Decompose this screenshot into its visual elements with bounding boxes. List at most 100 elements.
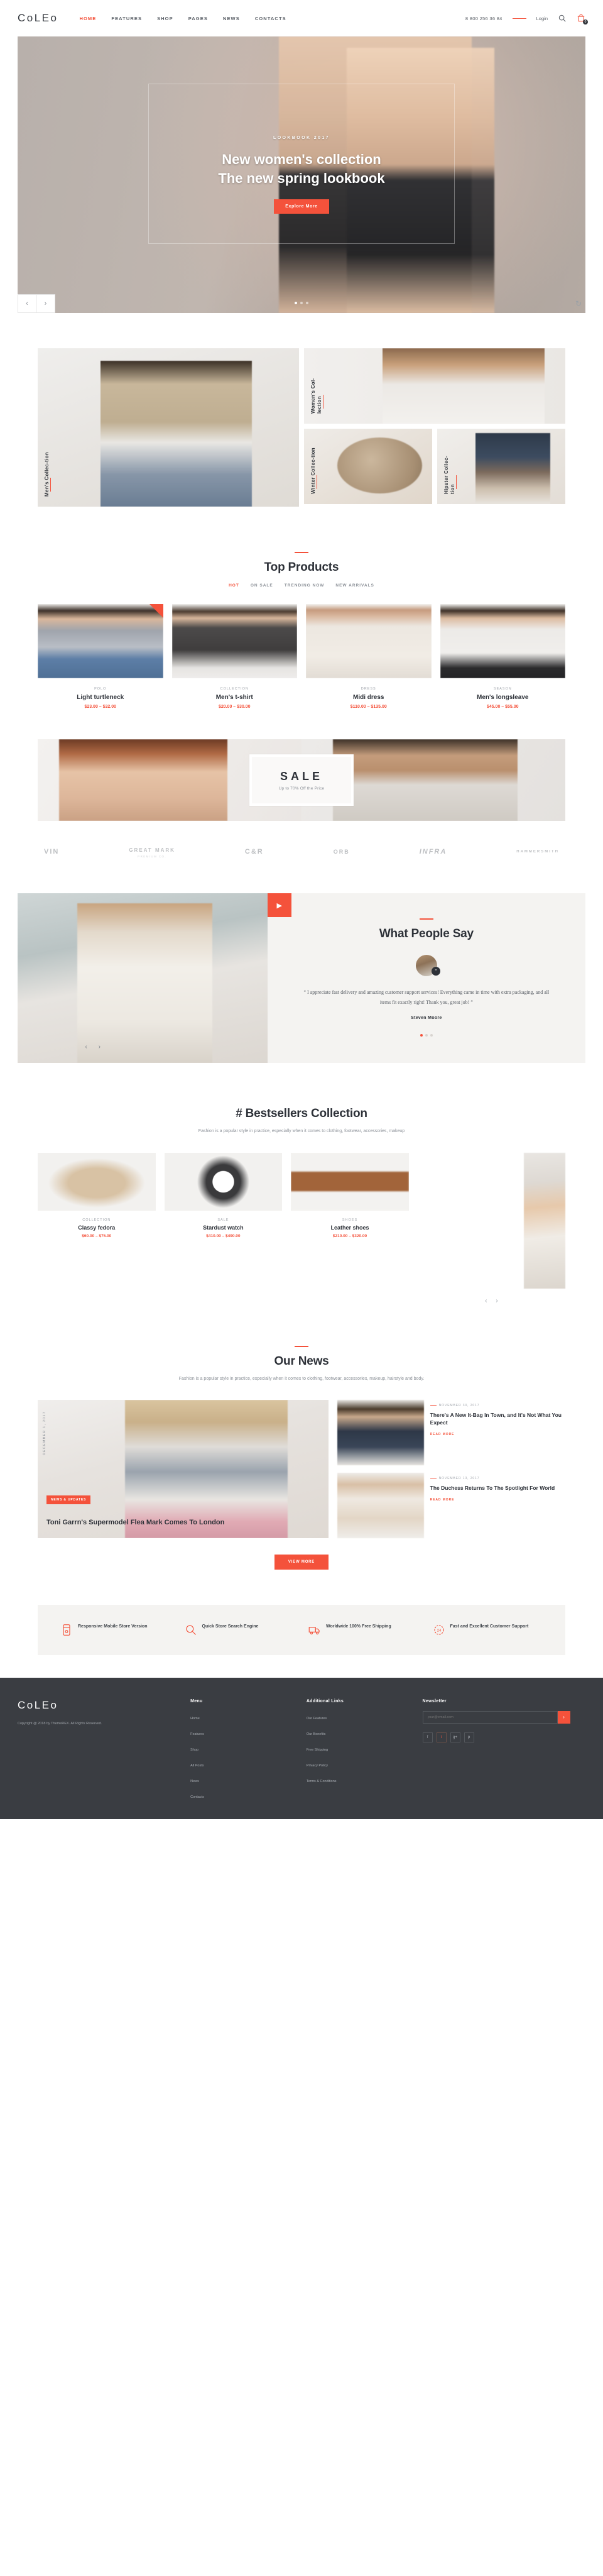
- footer-copyright: Copyright @ 2018 by ThemeREX. All Rights…: [18, 1721, 102, 1726]
- search-icon[interactable]: [558, 14, 567, 23]
- sale-banner[interactable]: SALE Up to 70% Off the Price: [38, 739, 565, 821]
- footer-link-terms[interactable]: Terms & Conditions: [307, 1780, 337, 1783]
- footer-link-home[interactable]: Home: [190, 1717, 200, 1720]
- nav-item-shop[interactable]: SHOP: [157, 16, 173, 21]
- feature-item: Worldwide 100% Free Shipping: [308, 1624, 419, 1636]
- feature-item: Responsive Mobile Store Version: [60, 1624, 171, 1636]
- footer-link-shop[interactable]: Shop: [190, 1748, 198, 1752]
- testimonial-dot-2[interactable]: [425, 1034, 428, 1037]
- product-image[interactable]: [440, 604, 565, 678]
- list-item: All Posts: [190, 1758, 293, 1770]
- hero-dot-2[interactable]: [300, 302, 303, 304]
- bestsellers-prev-icon[interactable]: ‹: [485, 1297, 487, 1304]
- brand-logo[interactable]: ORB: [334, 849, 350, 857]
- hero-pagination-dots[interactable]: [295, 302, 308, 304]
- bestseller-name: Stardust watch: [203, 1225, 244, 1231]
- pinterest-icon[interactable]: p: [464, 1732, 474, 1742]
- testimonial-quote: “ I appreciate fast delivery and amazing…: [303, 989, 550, 1005]
- main-navigation: HOME FEATURES SHOP PAGES NEWS CONTACTS: [79, 16, 286, 21]
- cart-count-badge: 0: [583, 19, 588, 25]
- bestseller-card[interactable]: COLLECTION Classy fedora $60.00 – $75.00: [38, 1153, 156, 1238]
- product-card[interactable]: COLLECTION Men's t-shirt $20.00 – $30.00: [171, 604, 297, 709]
- product-name: Men's t-shirt: [215, 694, 253, 701]
- brand-logo[interactable]: HAMMERSMITH: [516, 850, 559, 856]
- product-image[interactable]: [38, 604, 163, 678]
- nav-item-home[interactable]: HOME: [79, 16, 96, 21]
- play-icon[interactable]: ▶: [267, 893, 291, 917]
- bestseller-image[interactable]: [291, 1153, 409, 1211]
- product-image[interactable]: [306, 604, 432, 678]
- facebook-icon[interactable]: f: [422, 1732, 433, 1742]
- twitter-icon[interactable]: t: [436, 1732, 447, 1742]
- nav-item-pages[interactable]: PAGES: [188, 16, 208, 21]
- news-card-read-more[interactable]: READ MORE: [430, 1433, 565, 1436]
- footer-brand: CoLEo Copyright @ 2018 by ThemeREX. All …: [18, 1699, 177, 1805]
- footer-logo[interactable]: CoLEo: [18, 1699, 177, 1712]
- footer-link-news[interactable]: News: [190, 1780, 199, 1783]
- newsletter-email-input[interactable]: [422, 1710, 558, 1724]
- footer-link-our-features[interactable]: Our Features: [307, 1717, 327, 1720]
- cart-icon[interactable]: 0: [577, 14, 588, 25]
- category-card-womens[interactable]: Women's Col-lection: [304, 348, 565, 424]
- category-card-mens[interactable]: Men's Collec-tion: [38, 348, 299, 507]
- news-view-more-button[interactable]: View More: [274, 1554, 329, 1570]
- brand-logo[interactable]: C&R: [245, 848, 264, 857]
- feature-item: Quick Store Search Engine: [185, 1624, 295, 1636]
- brand-logo[interactable]: GREAT MARK PREMIUM CO.: [129, 847, 175, 858]
- category-label-hipster: Hipster Collec-tion: [443, 446, 457, 494]
- hero-dot-3[interactable]: [306, 302, 308, 304]
- footer-link-free-shipping[interactable]: Free Shipping: [307, 1748, 328, 1752]
- footer-link-features[interactable]: Features: [190, 1732, 204, 1736]
- brand-logo[interactable]: VIN: [44, 848, 59, 857]
- news-card-read-more[interactable]: READ MORE: [430, 1498, 565, 1502]
- news-card[interactable]: NOVEMBER 30, 2017 There's A New It-Bag I…: [337, 1399, 565, 1465]
- bestseller-image[interactable]: [164, 1153, 283, 1211]
- product-category: COLLECTION: [220, 687, 249, 691]
- tab-on-sale[interactable]: ON SALE: [251, 583, 273, 588]
- testimonial-next-icon[interactable]: ›: [99, 1043, 100, 1050]
- bestseller-image[interactable]: [38, 1153, 156, 1211]
- tab-hot[interactable]: HOT: [229, 583, 239, 588]
- top-products-tabs: HOT ON SALE TRENDING NOW NEW ARRIVALS: [38, 583, 565, 588]
- brand-logo[interactable]: INFRA: [420, 848, 447, 857]
- site-logo[interactable]: CoLEo: [18, 12, 58, 25]
- brand-name: INFRA: [419, 848, 447, 856]
- testimonial-dot-1[interactable]: [420, 1034, 423, 1037]
- news-card-image: [337, 1399, 424, 1465]
- product-card[interactable]: DRESS Midi dress $110.00 – $135.00: [306, 604, 432, 709]
- footer-socials: f t g+ p: [422, 1732, 570, 1742]
- hero-dot-1[interactable]: [295, 302, 297, 304]
- newsletter-submit-button[interactable]: ›: [557, 1710, 570, 1724]
- category-card-winter[interactable]: Winter Collec-tion: [304, 429, 432, 504]
- category-card-hipster[interactable]: Hipster Collec-tion: [437, 429, 565, 504]
- bestsellers-title: # Bestsellers Collection: [236, 1107, 367, 1120]
- bestsellers-next-icon[interactable]: ›: [496, 1297, 497, 1304]
- testimonial-pagination-dots[interactable]: [300, 1034, 553, 1037]
- nav-item-features[interactable]: FEATURES: [111, 16, 142, 21]
- hero-explore-button[interactable]: Explore More: [274, 199, 329, 214]
- product-image[interactable]: [171, 604, 297, 678]
- google-plus-icon[interactable]: g+: [450, 1732, 460, 1742]
- top-products-section: Top Products HOT ON SALE TRENDING NOW NE…: [38, 552, 565, 709]
- footer-additional-column: Additional Links Our Features Our Benefi…: [307, 1699, 409, 1805]
- bestseller-card[interactable]: SHOES Leather shoes $210.00 – $320.00: [291, 1153, 409, 1238]
- news-featured-card[interactable]: DECEMBER 1, 2017 NEWS & UPDATES Toni Gar…: [38, 1399, 329, 1538]
- tab-new-arrivals[interactable]: NEW ARRIVALS: [335, 583, 374, 588]
- footer-link-all-posts[interactable]: All Posts: [190, 1764, 204, 1768]
- nav-item-contacts[interactable]: CONTACTS: [255, 16, 286, 21]
- login-link[interactable]: Login: [536, 16, 548, 21]
- product-card[interactable]: POLO Light turtleneck $23.00 – $32.00: [38, 604, 163, 709]
- news-card[interactable]: NOVEMBER 13, 2017 The Duchess Returns To…: [337, 1472, 565, 1538]
- section-rule: [295, 1346, 308, 1348]
- footer-link-our-benefits[interactable]: Our Benefits: [307, 1732, 326, 1736]
- brand-logos: VIN GREAT MARK PREMIUM CO. C&R ORB INFRA…: [38, 847, 565, 858]
- nav-item-news[interactable]: NEWS: [223, 16, 240, 21]
- footer-link-contacts[interactable]: Contacts: [190, 1795, 204, 1799]
- bestseller-card[interactable]: SALE Stardust watch $410.00 – $490.00: [164, 1153, 283, 1238]
- tab-trending-now[interactable]: TRENDING NOW: [285, 583, 325, 588]
- testimonial-dot-3[interactable]: [430, 1034, 433, 1037]
- footer-link-privacy-policy[interactable]: Privacy Policy: [307, 1764, 328, 1768]
- category-image-mens: [100, 361, 253, 507]
- testimonial-prev-icon[interactable]: ‹: [85, 1043, 87, 1050]
- product-card[interactable]: SEASON Men's longsleave $45.00 – $55.00: [440, 604, 565, 709]
